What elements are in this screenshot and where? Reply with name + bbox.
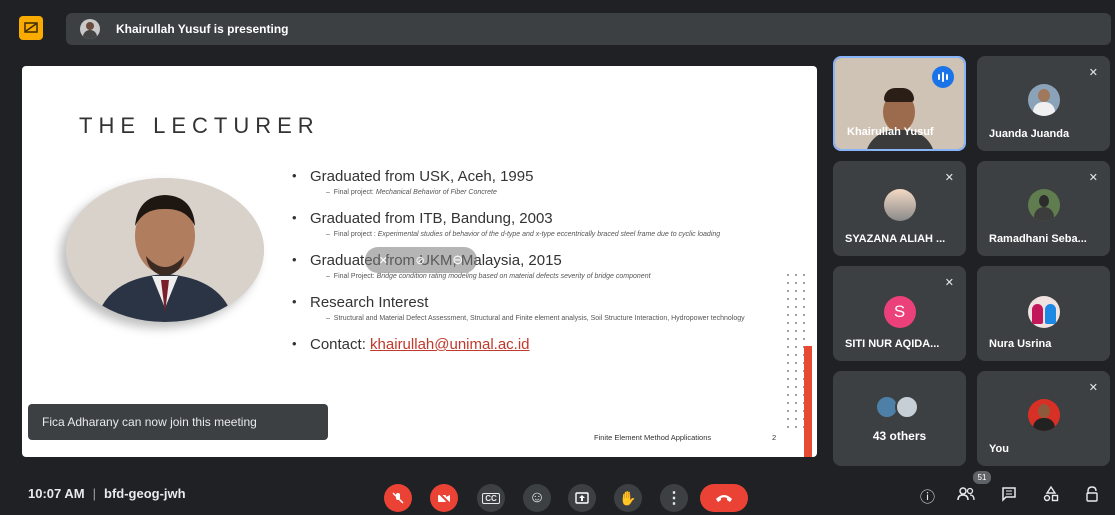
mini-remove-icon[interactable]: ⊖ (452, 252, 463, 268)
camera-off-icon (437, 491, 451, 505)
avatar (1027, 399, 1060, 431)
bottom-bar: 10:07 AM | bfd-geog-jwh CC ☺ ✋ ⋮ ⓘ 51 (0, 470, 1115, 515)
avatar (1027, 296, 1060, 328)
mic-toggle-button[interactable] (384, 484, 412, 512)
bullet-subtext: – Final Project: Bridge condition rating… (326, 273, 651, 280)
mic-muted-icon: ✕ (944, 172, 954, 184)
mic-muted-icon: ✕ (944, 277, 954, 289)
slide-title: THE LECTURER (79, 113, 320, 138)
avatar (1027, 189, 1060, 221)
participant-tile[interactable]: Nura Usrina (977, 266, 1110, 361)
captions-button[interactable]: CC (477, 484, 505, 512)
participant-tile[interactable]: ✕ S SITI NUR AQIDA... (833, 266, 966, 361)
bullet-subtext: – Final project: Mechanical Behavior of … (326, 189, 497, 196)
self-tile[interactable]: ✕ You (977, 371, 1110, 466)
bullet-item: •Graduated from UKM, Malaysia, 2015 (292, 252, 562, 269)
info-icon[interactable]: ⓘ (920, 486, 935, 507)
avatar (1027, 84, 1060, 116)
participant-tile[interactable]: ✕ Juanda Juanda (977, 56, 1110, 151)
bullet-subtext: – Structural and Material Defect Assessm… (326, 315, 745, 322)
presenter-banner: Khairullah Yusuf is presenting (66, 13, 1111, 45)
people-count-badge: 51 (973, 471, 991, 484)
participant-name: Nura Usrina (989, 338, 1052, 350)
people-icon[interactable] (957, 486, 975, 506)
bullet-subtext-italic: Bridge condition rating modeling based o… (376, 273, 651, 280)
emoji-icon: ☺ (528, 489, 546, 506)
avatar-initial: S (893, 302, 906, 321)
present-button[interactable] (568, 484, 596, 512)
bullet-subtext-italic: Experimental studies of behavior of the … (377, 231, 721, 238)
presentation-badge-icon[interactable] (19, 16, 43, 40)
mic-muted-icon: ✕ (1088, 67, 1098, 79)
mic-off-icon (392, 492, 404, 504)
bullet-subtext-prefix: Final project : (333, 231, 378, 238)
participant-tile[interactable]: Khairullah Yusuf (833, 56, 966, 151)
shared-slide: THE LECTURER • Graduated from USK, Aceh, … (22, 66, 817, 457)
participant-name: SYAZANA ALIAH ... (845, 233, 946, 245)
bullet-list: • Graduated from USK, Aceh, 1995 – Final … (292, 162, 762, 353)
bullet-subtext-prefix: Final project: (333, 189, 376, 196)
participant-name: Ramadhani Seba... (989, 233, 1087, 245)
bullet-item: • Research Interest (292, 294, 429, 311)
contact-label: Contact: (310, 336, 366, 353)
bullet-subtext: – Final project : Experimental studies o… (326, 231, 721, 238)
others-tile[interactable]: 43 others (833, 371, 966, 466)
bullet-subtext-prefix: Structural and Material Defect Assessmen… (333, 315, 745, 322)
hangup-icon (716, 495, 732, 502)
raise-hand-button[interactable]: ✋ (614, 484, 642, 512)
participant-name: SITI NUR AQIDA... (845, 338, 940, 350)
participant-name: Juanda Juanda (989, 128, 1070, 140)
contact-email-link[interactable]: khairullah@unimal.ac.id (370, 336, 529, 353)
host-controls-lock-icon[interactable] (1084, 486, 1100, 506)
meeting-info: 10:07 AM | bfd-geog-jwh (28, 486, 186, 501)
join-notification-toast: Fica Adharany can now join this meeting (28, 404, 328, 440)
presenter-avatar (80, 19, 100, 39)
bullet-text: Research Interest (310, 294, 429, 311)
others-count: 43 others (872, 429, 927, 443)
hand-icon: ✋ (619, 489, 637, 506)
present-screen-icon (575, 492, 589, 504)
mic-muted-icon: ✕ (1088, 172, 1098, 184)
mic-muted-icon: ✕ (1088, 382, 1098, 394)
bullet-item: • Graduated from USK, Aceh, 1995 (292, 168, 534, 185)
more-vert-icon: ⋮ (666, 490, 682, 507)
more-options-button[interactable]: ⋮ (660, 484, 688, 512)
activities-icon[interactable] (1043, 485, 1059, 506)
participant-name: You (989, 443, 1009, 455)
participant-tile[interactable]: ✕ Ramadhani Seba... (977, 161, 1110, 256)
bullet-subtext-prefix: Final Project: (333, 273, 377, 280)
bullet-subtext-italic: Mechanical Behavior of Fiber Concrete (375, 189, 497, 196)
avatar (895, 395, 919, 419)
slide-page-number: 2 (772, 433, 777, 442)
avatar (883, 189, 916, 221)
slide-footer: Finite Element Method Applications (594, 433, 712, 442)
participant-name: Khairullah Yusuf (847, 126, 934, 138)
chat-icon[interactable] (1001, 486, 1017, 506)
captions-icon: CC (482, 492, 500, 504)
bullet-text: Graduated from ITB, Bandung, 2003 (310, 210, 553, 227)
bullet-text: Graduated from USK, Aceh, 1995 (310, 168, 534, 185)
bullet-item: • Contact: khairullah@unimal.ac.id (292, 336, 530, 353)
top-bar: Khairullah Yusuf is presenting (0, 10, 1115, 46)
clock-time: 10:07 AM (28, 486, 85, 501)
avatar: S (883, 296, 916, 328)
bullet-item: • Graduated from ITB, Bandung, 2003 (292, 210, 553, 227)
camera-toggle-button[interactable] (430, 484, 458, 512)
mini-mic-off-icon[interactable]: ✕ (379, 254, 388, 267)
speaking-indicator-icon (932, 66, 954, 88)
mini-cam-off-icon[interactable]: ⊘ (416, 254, 425, 267)
presenter-mini-controls: ✕ ⊘ ⊖ (365, 247, 477, 273)
leave-call-button[interactable] (700, 484, 748, 512)
meeting-code: bfd-geog-jwh (104, 486, 186, 501)
lecturer-photo (66, 178, 264, 322)
presenter-text: Khairullah Yusuf is presenting (116, 22, 289, 36)
decorative-accent-bar (804, 346, 812, 457)
reactions-button[interactable]: ☺ (523, 484, 551, 512)
participant-tile[interactable]: ✕ SYAZANA ALIAH ... (833, 161, 966, 256)
